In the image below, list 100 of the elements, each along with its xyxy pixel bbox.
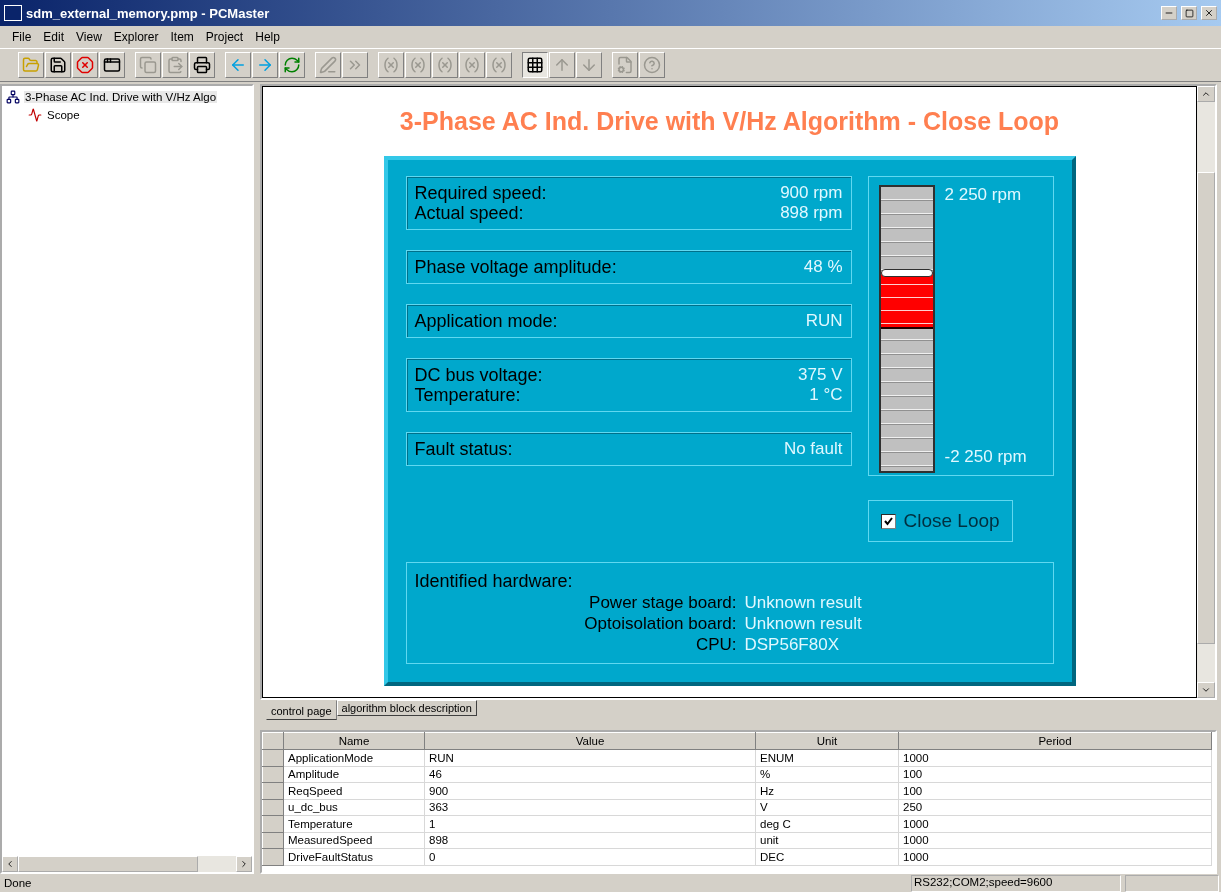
readout-value: RUN (805, 311, 843, 331)
scroll-right-button[interactable] (236, 856, 252, 872)
close-button[interactable] (1201, 6, 1217, 20)
table-cell: % (755, 766, 899, 783)
arrow-down-icon (580, 56, 598, 74)
stop-sign-icon (76, 56, 94, 74)
restore-icon (1184, 8, 1194, 18)
hardware-label: Optoisolation board: (583, 613, 737, 634)
menu-item[interactable]: Explorer (107, 30, 165, 44)
table-cell: Amplitude (283, 766, 425, 783)
hierarchy-icon (6, 90, 20, 104)
variable-icon (463, 56, 481, 74)
readout-label: DC bus voltage: (414, 364, 543, 386)
refresh-icon (283, 56, 301, 74)
table-cell: 0 (424, 848, 756, 865)
readout-label: Application mode: (414, 310, 558, 332)
minimize-button[interactable] (1161, 6, 1177, 20)
status-text: Done (3, 877, 33, 889)
column-header[interactable]: Value (424, 732, 756, 750)
table-cell: Hz (755, 782, 899, 799)
speed-slider[interactable] (878, 185, 935, 473)
table-cell: 1000 (898, 832, 1212, 849)
table-cell: u_dc_bus (283, 799, 425, 816)
page-tab[interactable]: algorithm block description (336, 700, 477, 716)
slider-min-label: -2 250 rpm (944, 447, 1027, 467)
close-loop-checkbox[interactable]: Close Loop (867, 500, 1013, 542)
readout-label: Required speed: (414, 182, 547, 204)
table-cell: ENUM (755, 749, 899, 766)
checkbox[interactable] (880, 513, 896, 529)
menu-item[interactable]: File (6, 30, 38, 44)
close-icon (1204, 8, 1214, 18)
vertical-scrollbar[interactable] (1197, 86, 1215, 698)
restore-button[interactable] (1181, 6, 1197, 20)
slider-thumb[interactable] (880, 269, 933, 278)
table-cell: 363 (424, 799, 756, 816)
variable-icon (409, 56, 427, 74)
column-header[interactable]: Name (283, 732, 425, 750)
readout-value: 375 V (798, 365, 843, 385)
menu-item[interactable]: Project (199, 30, 250, 44)
status-connection: RS232;COM2;speed=9600 (911, 874, 1121, 892)
chevron-up-icon (1201, 89, 1211, 99)
table-cell: 900 (424, 782, 756, 799)
column-header[interactable]: Period (898, 732, 1212, 750)
table-cell: 250 (898, 799, 1212, 816)
hardware-value: DSP56F80X (744, 634, 840, 655)
scrollbar-thumb[interactable] (1197, 172, 1215, 644)
table-cell: 1 (424, 815, 756, 832)
window-icon (103, 56, 121, 74)
table-cell: DEC (755, 848, 899, 865)
toolbar-button[interactable] (522, 52, 548, 78)
checkbox-label: Close Loop (903, 510, 1000, 532)
hardware-value: Unknown result (744, 613, 863, 634)
menu-item[interactable]: View (70, 30, 108, 44)
table-cell: 1000 (898, 848, 1212, 865)
readout-value: 898 rpm (780, 203, 843, 223)
table-cell: ReqSpeed (283, 782, 425, 799)
table-cell: Temperature (283, 815, 425, 832)
table-cell: deg C (755, 815, 899, 832)
scroll-down-button[interactable] (1197, 682, 1215, 698)
app-icon (4, 5, 22, 21)
menu-item[interactable]: Item (164, 30, 200, 44)
waveform-icon (28, 108, 42, 122)
readout-label: Actual speed: (414, 202, 524, 224)
folder-icon (22, 56, 40, 74)
table-cell: 1000 (898, 815, 1212, 832)
table-cell: RUN (424, 749, 756, 766)
hardware-label: CPU: (694, 634, 737, 655)
table-cell: 100 (898, 766, 1212, 783)
variable-icon (436, 56, 454, 74)
page-title: 3-Phase AC Ind. Drive with V/Hz Algorithm - Close Loop (399, 107, 1060, 136)
readout-label: Temperature: (414, 384, 521, 406)
menu-item[interactable]: Help (249, 30, 286, 44)
tree-item[interactable]: Scope (28, 106, 248, 124)
scroll-left-button[interactable] (2, 856, 18, 872)
table-cell: 1000 (898, 749, 1212, 766)
hardware-title: Identified hardware: (414, 571, 574, 592)
readout-label: Phase voltage amplitude: (414, 256, 617, 278)
printer-icon (193, 56, 211, 74)
page-tab[interactable]: control page (266, 700, 337, 720)
table-cell: MeasuredSpeed (283, 832, 425, 849)
window-title: sdm_external_memory.pmp - PCMaster (26, 5, 271, 21)
slider-max-label: 2 250 rpm (944, 185, 1023, 205)
table-cell: DriveFaultStatus (283, 848, 425, 865)
chevron-down-icon (1201, 685, 1211, 695)
table-cell: unit (755, 832, 899, 849)
readout-value: 1 °C (809, 385, 843, 405)
variable-icon (382, 56, 400, 74)
table-cell: V (755, 799, 899, 816)
hardware-label: Power stage board: (588, 592, 737, 613)
chevron-right-icon (239, 859, 249, 869)
arrow-right-icon (256, 56, 274, 74)
check-icon (883, 516, 893, 526)
readout-label: Fault status: (414, 438, 513, 460)
table-cell: 898 (424, 832, 756, 849)
scroll-up-button[interactable] (1197, 86, 1215, 102)
grid-icon (526, 56, 544, 74)
horizontal-scrollbar[interactable] (2, 856, 252, 872)
menu-item[interactable]: Edit (37, 30, 71, 44)
column-header[interactable]: Unit (755, 732, 899, 750)
scrollbar-thumb[interactable] (18, 856, 198, 872)
